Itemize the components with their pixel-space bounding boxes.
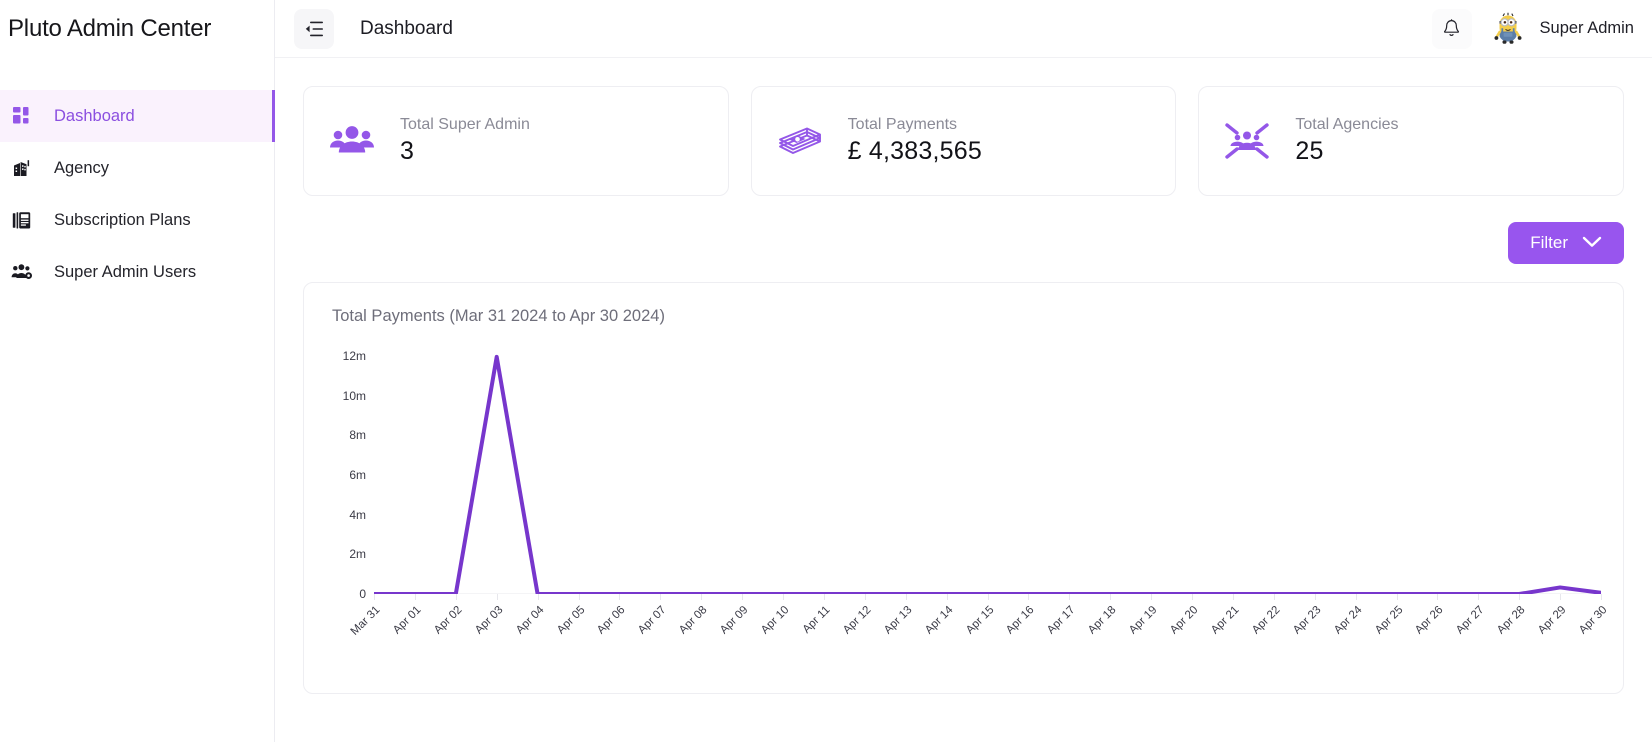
x-axis-tick-mark	[1232, 594, 1234, 600]
y-axis-tick-label: 6m	[349, 467, 366, 482]
x-axis-tick-mark	[823, 594, 825, 600]
x-axis-tick-mark	[1110, 594, 1112, 600]
bell-icon[interactable]	[1431, 8, 1472, 49]
x-axis-tick-mark	[537, 594, 539, 600]
stat-card-label: Total Agencies	[1295, 116, 1399, 133]
dashboard-grid-icon	[10, 104, 34, 128]
sidebar-item-dashboard[interactable]: Dashboard	[0, 90, 275, 142]
sidebar-item-label: Subscription Plans	[54, 210, 191, 229]
stat-card-label: Total Payments	[847, 116, 958, 133]
x-axis-tick-mark	[783, 594, 784, 600]
user-name: Super Admin	[1539, 19, 1634, 37]
page-title: Dashboard	[360, 17, 453, 39]
x-axis-tick-mark	[1273, 594, 1275, 600]
y-axis-tick-label: 8m	[349, 428, 366, 443]
x-axis-tick-mark	[987, 594, 989, 600]
x-axis-tick-label: 30 Apr	[1577, 604, 1610, 637]
stat-card-text: Total Agencies 25	[1295, 116, 1398, 166]
chart-x-axis: 31 Mar 01 Apr 02 Apr 03 Apr 04 Apr 05 Apr 06 A…	[349, 594, 1609, 684]
y-axis-tick-label: 0	[359, 587, 366, 601]
x-axis-tick-mark	[1314, 594, 1316, 600]
stat-card-total-agencies: Total Agencies 25	[1198, 86, 1625, 196]
chart-y-axis: 0 2m 4m 6m 8m 10m 12m	[326, 344, 366, 601]
x-axis-tick-mark	[1396, 594, 1398, 600]
filter-row: Filter	[303, 222, 1624, 264]
news-article-icon	[10, 208, 34, 232]
stat-card-value: 25	[1295, 137, 1324, 165]
filter-button[interactable]: Filter	[1508, 222, 1624, 264]
chevron-down-icon	[1582, 233, 1602, 253]
people-group-icon	[326, 115, 378, 167]
x-axis-tick-mark	[1560, 594, 1562, 600]
stat-card-total-payments: Total Payments £ 4,383,565	[750, 86, 1177, 196]
main-area: Dashboard Super Admin Total Super Admin …	[275, 0, 1652, 742]
x-axis-tick-mark	[496, 594, 498, 600]
sidebar-nav: Dashboard Agency Subscription Plans Supe…	[0, 90, 275, 298]
sidebar-item-subscription-plans[interactable]: Subscription Plans	[0, 194, 274, 246]
building-icon	[10, 156, 34, 180]
y-axis-tick-label: 12m	[342, 348, 366, 363]
x-axis-tick-mark	[701, 594, 703, 600]
stat-card-value: 3	[400, 137, 415, 165]
topbar: Dashboard Super Admin	[275, 0, 1652, 58]
stat-card-total-super-admin: Total Super Admin 3	[303, 86, 729, 196]
sidebar-item-label: Super Admin Users	[54, 262, 197, 281]
x-axis-tick-mark	[864, 594, 866, 600]
app-root: Pluto Admin Center Dashboard Agency Subs…	[0, 0, 1652, 742]
chart-plot-area: 0 2m 4m 6m 8m 10m 12m 31 Mar 01 Apr 02 Apr 03 Apr…	[326, 344, 1610, 638]
x-axis-tick-mark	[1601, 594, 1602, 600]
sidebar-item-label: Agency	[54, 158, 110, 177]
chart-canvas	[374, 344, 1601, 594]
x-axis-tick-mark	[578, 594, 580, 600]
sidebar: Pluto Admin Center Dashboard Agency Subs…	[0, 0, 275, 742]
x-axis-tick-mark	[1437, 594, 1439, 600]
stat-card-label: Total Super Admin	[400, 116, 530, 133]
topbar-right: Super Admin	[1431, 8, 1634, 49]
stat-card-text: Total Payments £ 4,383,565	[848, 116, 982, 166]
x-axis-tick-mark	[742, 594, 744, 600]
sidebar-item-super-admin-users[interactable]: Super Admin Users	[0, 246, 274, 298]
stat-card-value: £ 4,383,565	[847, 137, 982, 165]
x-axis-tick-mark	[414, 594, 416, 600]
minion-avatar[interactable]	[1490, 11, 1526, 47]
y-axis-tick-label: 4m	[349, 507, 366, 522]
x-axis-tick-mark	[1151, 594, 1153, 600]
chart-line-series	[374, 344, 1601, 594]
money-stack-icon	[774, 115, 826, 167]
brand-title: Pluto Admin Center	[8, 15, 212, 42]
x-axis-tick-mark	[455, 594, 457, 600]
filter-button-label: Filter	[1530, 233, 1568, 252]
chart-title: Total Payments (Mar 31 2024 to Apr 30 20…	[332, 307, 665, 325]
x-axis-tick-mark	[946, 594, 948, 600]
users-group-icon	[10, 260, 34, 284]
stat-cards: Total Super Admin 3 Total Payments £ 4,3…	[303, 86, 1625, 196]
agencies-icon	[1221, 115, 1273, 167]
y-axis-tick-label: 10m	[342, 388, 366, 403]
y-axis-tick-label: 2m	[349, 547, 366, 562]
x-axis-tick-mark	[1192, 594, 1193, 600]
x-axis-tick-mark	[660, 594, 662, 600]
x-axis-tick-mark	[1478, 594, 1480, 600]
x-axis-tick-mark	[374, 594, 375, 600]
collapse-sidebar-icon[interactable]	[294, 8, 334, 49]
sidebar-item-agency[interactable]: Agency	[0, 142, 274, 194]
stat-card-text: Total Super Admin 3	[400, 116, 530, 166]
content-area: Total Super Admin 3 Total Payments £ 4,3…	[275, 58, 1652, 742]
x-axis-tick-mark	[1519, 594, 1521, 600]
x-axis-tick-mark	[1069, 594, 1071, 600]
sidebar-item-label: Dashboard	[54, 106, 135, 125]
payments-chart-card: Total Payments (Mar 31 2024 to Apr 30 20…	[303, 282, 1624, 694]
x-axis-tick-mark	[905, 594, 907, 600]
x-axis-tick-mark	[619, 594, 621, 600]
x-axis-tick-mark	[1028, 594, 1030, 600]
x-axis-tick-mark	[1355, 594, 1357, 600]
